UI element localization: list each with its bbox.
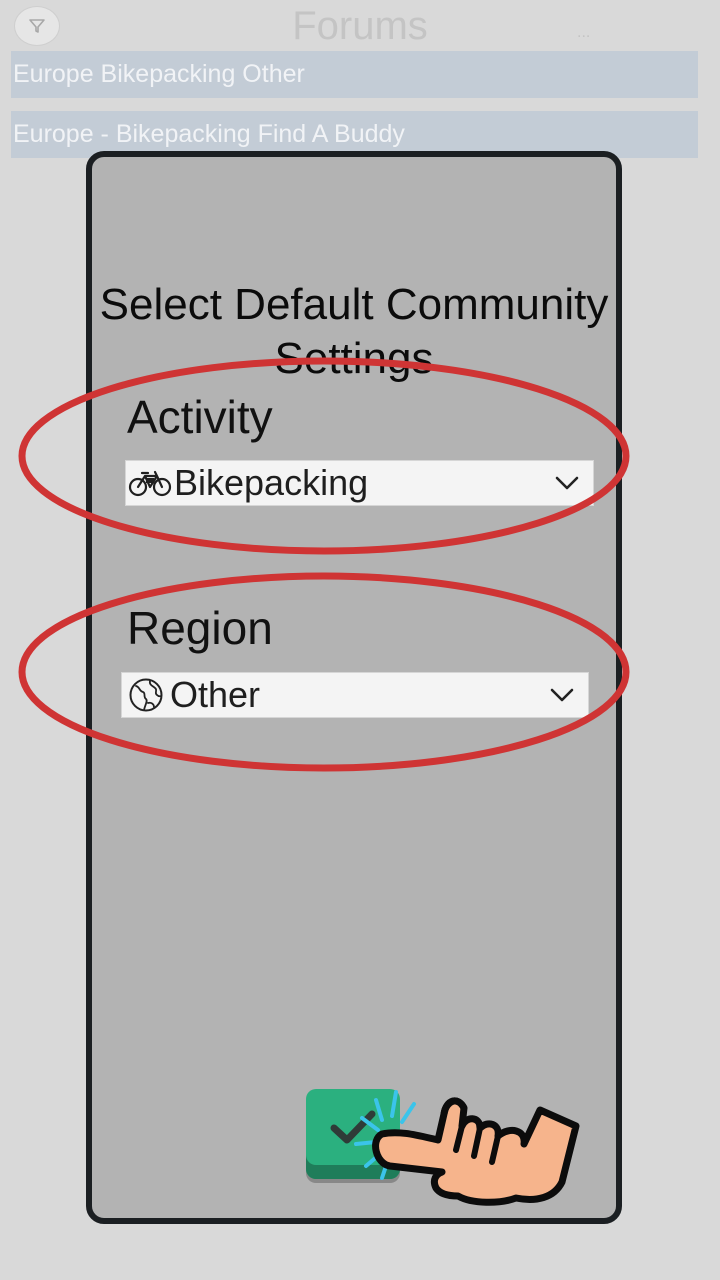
- region-selected-value: Other: [170, 674, 261, 715]
- activity-dropdown[interactable]: Bikepacking: [125, 460, 594, 506]
- page-title: Forums: [292, 4, 428, 48]
- forums-header: Forums ...: [0, 0, 720, 50]
- region-label: Region: [127, 602, 273, 654]
- checkmark-icon: [330, 1110, 376, 1144]
- chevron-down-icon: [541, 463, 593, 503]
- activity-selected-value: Bikepacking: [174, 462, 369, 503]
- forum-list-item[interactable]: Europe Bikepacking Other: [11, 51, 698, 98]
- activity-label: Activity: [127, 391, 273, 443]
- more-options-button[interactable]: ...: [577, 24, 590, 42]
- default-community-settings-dialog: Select Default Community Settings Activi…: [86, 151, 622, 1224]
- dialog-title: Select Default Community Settings: [99, 280, 609, 383]
- globe-icon: [122, 675, 170, 715]
- confirm-button[interactable]: [306, 1089, 400, 1179]
- bicycle-icon: [126, 463, 174, 503]
- region-dropdown[interactable]: Other: [121, 672, 589, 718]
- chevron-down-icon: [536, 675, 588, 715]
